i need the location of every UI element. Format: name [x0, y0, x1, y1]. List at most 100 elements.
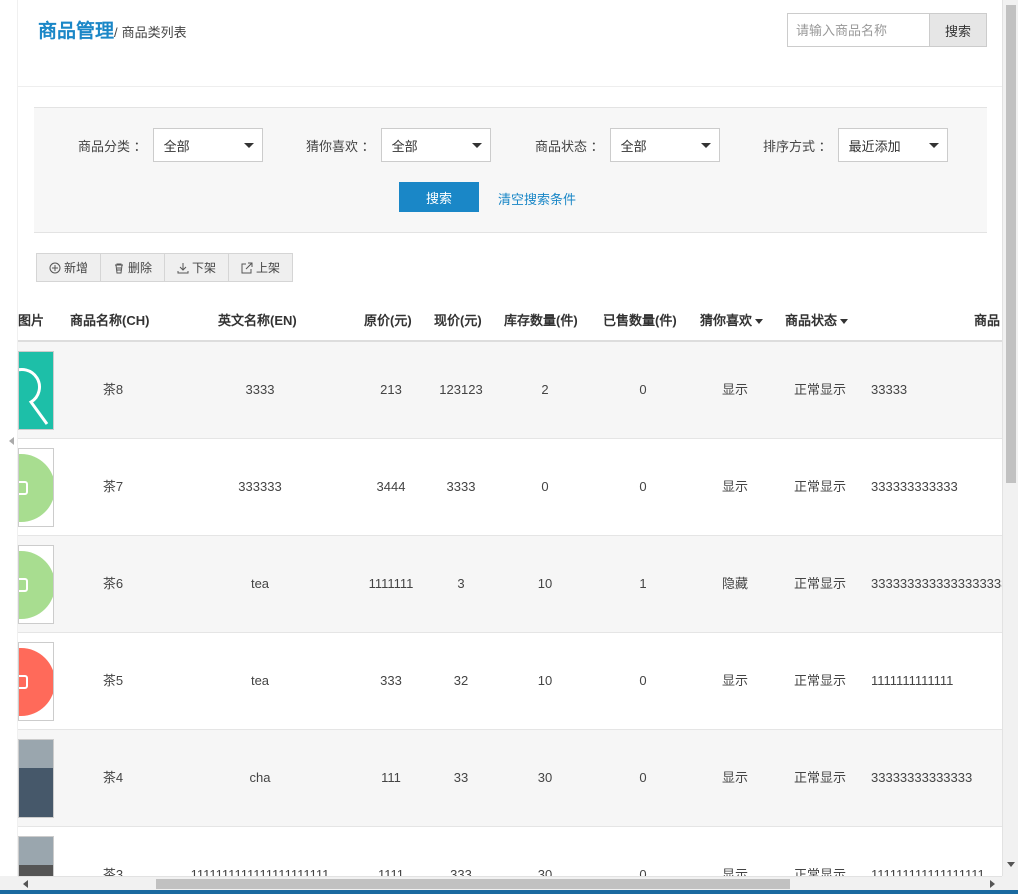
product-thumbnail[interactable] [18, 836, 54, 876]
add-button-label: 新增 [64, 261, 89, 275]
table-body: 茶8 3333 213 123123 2 0 显示 正常显示 33333 茶7 333333 3444… [18, 342, 1002, 876]
filter-label: 商品状态 ： [535, 138, 604, 154]
product-thumbnail[interactable] [18, 545, 54, 624]
download-icon [177, 262, 189, 273]
sort-caret-icon [755, 319, 764, 325]
product-thumbnail[interactable] [18, 739, 54, 818]
cell-current-price: 3333 [446, 479, 476, 494]
cell-current-price: 123123 [439, 382, 483, 397]
col-header-original-price: 原价(元) [364, 313, 412, 328]
cell-name-en: 3333 [245, 382, 275, 397]
trash-icon [115, 263, 124, 273]
product-image-icon [19, 352, 53, 429]
table-row[interactable]: 茶7 333333 3444 3333 0 0 显示 正常显示 333333333333 [18, 439, 1002, 536]
scroll-left-icon[interactable] [23, 880, 28, 888]
sidebar-collapse-strip[interactable] [0, 0, 18, 876]
select-value: 全部 [620, 138, 647, 154]
col-header-status[interactable]: 商品状态 [785, 302, 849, 340]
filter-label: 猜你喜欢 ： [306, 138, 375, 154]
product-thumbnail[interactable] [18, 351, 54, 430]
cell-name-ch: 茶6 [102, 576, 124, 591]
favorite-select[interactable]: 全部 [380, 128, 491, 162]
product-image-icon [19, 546, 53, 623]
cell-favorite: 显示 [721, 770, 748, 785]
table-header: 图片 商品名称(CH) 英文名称(EN) 原价(元) 现价(元) 库存数量(件)… [18, 302, 1002, 342]
product-image-icon [19, 837, 53, 876]
cell-favorite: 显示 [721, 867, 748, 876]
select-value: 最近添加 [848, 138, 901, 154]
cell-current-price: 32 [453, 673, 469, 688]
cell-original-price: 1111111 [368, 576, 414, 591]
breadcrumb: / 商品类列表 [114, 22, 187, 41]
cell-original-price: 1111 [377, 867, 405, 876]
cell-stock: 10 [537, 673, 553, 688]
cell-name-ch: 茶8 [102, 382, 124, 397]
col-header-current-price: 现价(元) [434, 313, 482, 328]
cell-sold: 0 [639, 382, 647, 397]
status-select[interactable]: 全部 [609, 128, 720, 162]
col-header-favorite[interactable]: 猜你喜欢 [700, 302, 764, 340]
table-row[interactable]: 茶6 tea 1111111 3 10 1 隐藏 正常显示 333333333333333333… [18, 536, 1002, 633]
filter-label: 商品分类 ： [78, 138, 147, 154]
cell-stock: 2 [541, 382, 549, 397]
cell-favorite: 显示 [721, 673, 748, 688]
cell-status: 正常显示 [793, 479, 846, 494]
cell-name-ch: 茶3 [102, 867, 124, 876]
cell-stock: 30 [537, 867, 553, 876]
add-button[interactable]: 新增 [37, 254, 102, 281]
filter-panel: 商品分类 ： 全部 猜你喜欢 ： 全部 商品状态 ： 全部 排序方式 ： 最近添… [34, 107, 987, 233]
breadcrumb-separator: / [114, 25, 118, 40]
product-table: 图片 商品名称(CH) 英文名称(EN) 原价(元) 现价(元) 库存数量(件)… [18, 302, 1002, 876]
filter-label: 排序方式 ： [763, 138, 832, 154]
sort-select[interactable]: 最近添加 [837, 128, 948, 162]
product-thumbnail[interactable] [18, 448, 54, 527]
dropdown-caret-icon [700, 143, 711, 148]
sort-caret-icon [840, 319, 849, 325]
scrollbar-corner [1002, 876, 1018, 890]
cell-favorite: 显示 [721, 479, 748, 494]
product-image-icon [19, 449, 53, 526]
clear-filters-link[interactable]: 清空搜索条件 [498, 189, 576, 208]
product-name-search-input[interactable] [787, 13, 929, 47]
table-row[interactable]: 茶3 1111111111111111111111 1111 333 30 0 显示 正常显示… [18, 827, 1002, 876]
cell-desc: 33333 [871, 382, 908, 397]
col-header-image: 图片 [18, 313, 45, 328]
cell-desc: 333333333333 [871, 479, 958, 494]
product-thumbnail[interactable] [18, 642, 54, 721]
scroll-down-icon[interactable] [1007, 862, 1015, 867]
product-image-icon [19, 643, 53, 720]
cell-stock: 30 [537, 770, 553, 785]
table-row[interactable]: 茶8 3333 213 123123 2 0 显示 正常显示 33333 [18, 342, 1002, 439]
page-header: 商品管理 /商品类列表 搜索 [18, 0, 1002, 87]
breadcrumb-current: 商品类列表 [121, 25, 187, 40]
delete-button[interactable]: 删除 [101, 254, 166, 281]
off-shelf-button-label: 下架 [192, 261, 217, 275]
category-select[interactable]: 全部 [152, 128, 263, 162]
horizontal-scroll-thumb[interactable] [156, 879, 790, 889]
external-link-icon [241, 262, 253, 273]
vertical-scroll-thumb[interactable] [1006, 5, 1016, 483]
on-shelf-button[interactable]: 上架 [229, 254, 292, 281]
dropdown-caret-icon [471, 143, 482, 148]
cell-original-price: 111 [381, 770, 401, 785]
cell-name-en: cha [249, 770, 271, 785]
cell-name-ch: 茶4 [102, 770, 124, 785]
vertical-scrollbar[interactable] [1002, 0, 1018, 876]
product-image-icon [19, 740, 53, 817]
header-search-button[interactable]: 搜索 [929, 13, 987, 47]
filter-sort: 排序方式 ： 最近添加 [763, 128, 948, 162]
cell-status: 正常显示 [793, 673, 846, 688]
filter-search-button[interactable]: 搜索 [399, 182, 479, 212]
cell-name-ch: 茶7 [102, 479, 124, 494]
collapse-arrow-icon[interactable] [9, 437, 14, 445]
table-row[interactable]: 茶4 cha 111 33 30 0 显示 正常显示 33333333333333 [18, 730, 1002, 827]
table-row[interactable]: 茶5 tea 333 32 10 0 显示 正常显示 1111111111111 [18, 633, 1002, 730]
off-shelf-button[interactable]: 下架 [165, 254, 230, 281]
cell-sold: 1 [639, 576, 647, 591]
main-content: 商品管理 /商品类列表 搜索 商品分类 ： 全部 猜你喜欢 ： 全部 商品状态 … [18, 0, 1002, 876]
cell-name-en: 333333 [238, 479, 282, 494]
horizontal-scrollbar[interactable] [18, 876, 1002, 890]
scroll-right-icon[interactable] [990, 880, 995, 888]
col-header-stock: 库存数量(件) [504, 313, 578, 328]
select-value: 全部 [391, 138, 418, 154]
